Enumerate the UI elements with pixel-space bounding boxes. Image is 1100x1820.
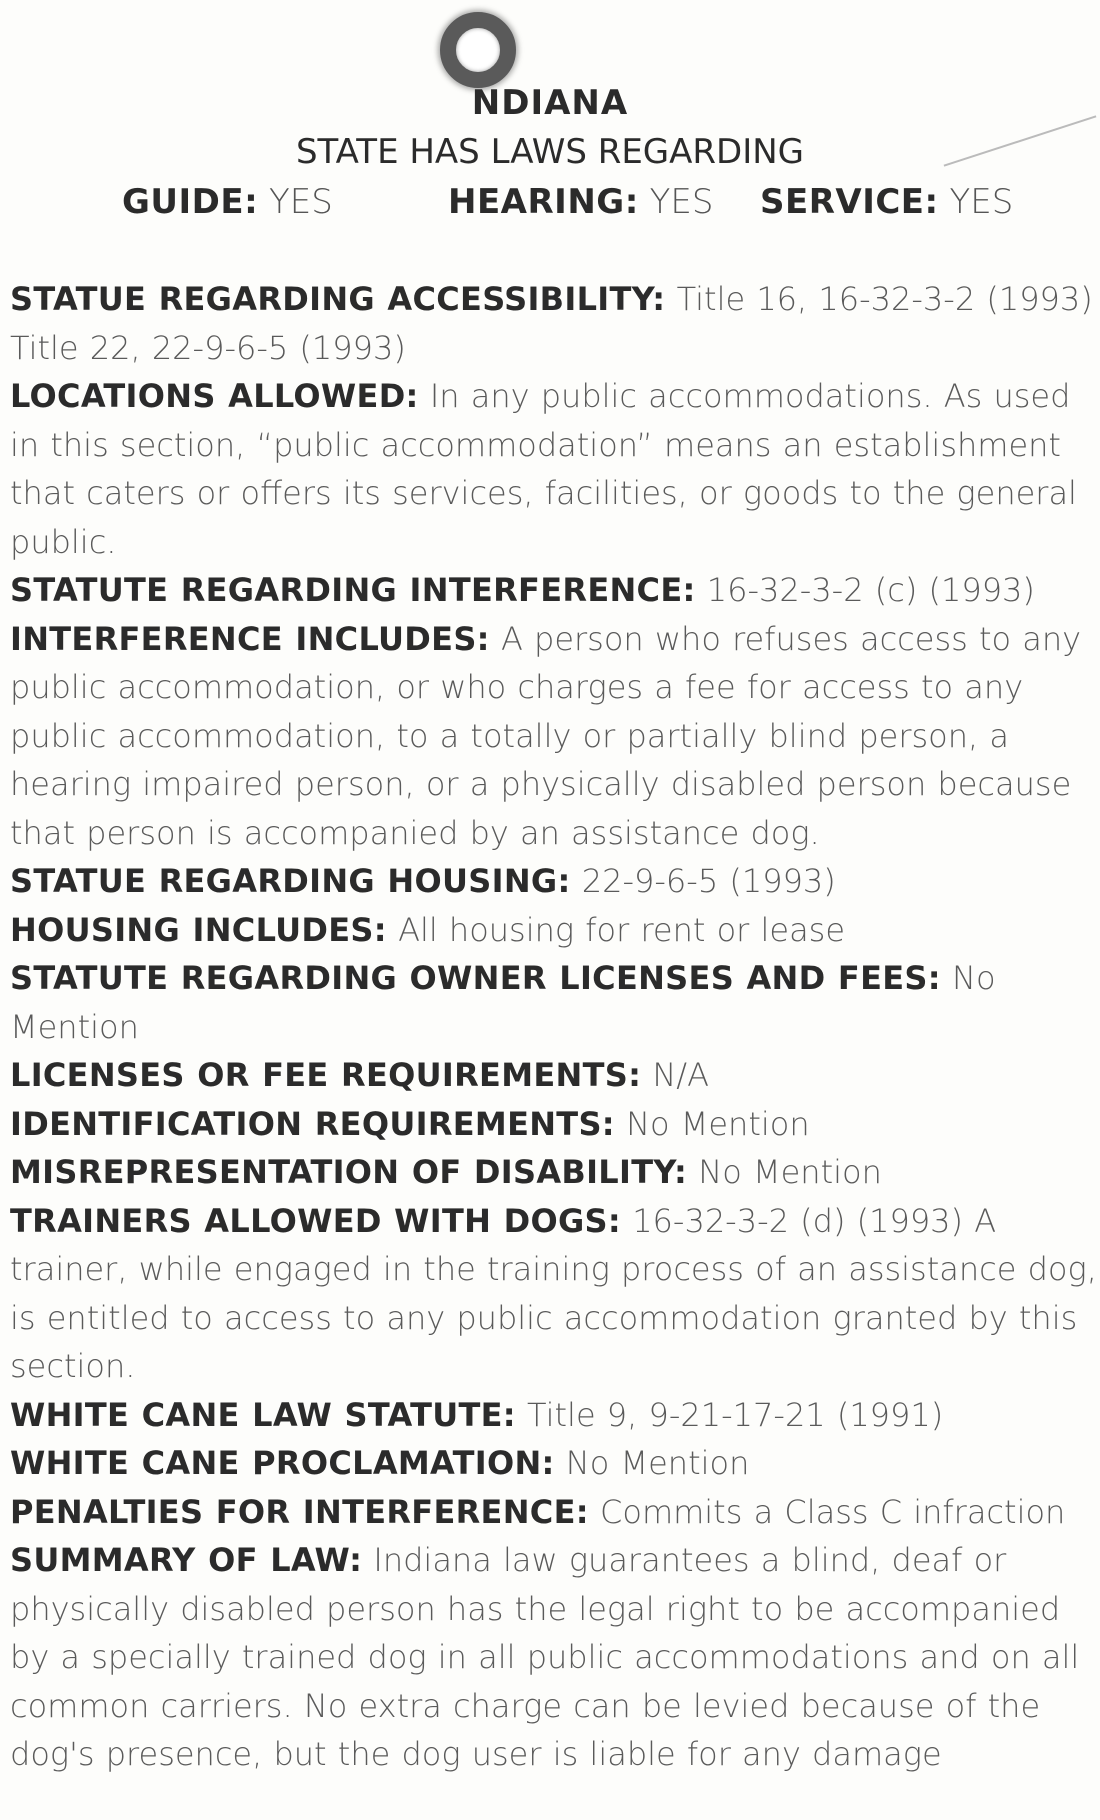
section-label: STATUTE REGARDING OWNER LICENSES AND FEE… [10,959,941,997]
service-value: YES [949,182,1014,222]
section-label: WHITE CANE PROCLAMATION: [10,1444,555,1482]
section-label: TRAINERS ALLOWED WITH DOGS: [10,1201,622,1240]
section-accessibility: STATUE REGARDING ACCESSIBILITY: Title 16… [10,275,1100,372]
section-penalties: PENALTIES FOR INTERFERENCE: Commits a Cl… [10,1488,1100,1537]
section-value: All housing for rent or lease [398,910,846,949]
section-label: IDENTIFICATION REQUIREMENTS: [10,1104,615,1143]
section-value: No Mention [626,1104,810,1143]
guide-value: YES [269,182,333,222]
hearing-support: HEARING: YES [448,182,713,222]
section-white-cane-statute: WHITE CANE LAW STATUTE: Title 9, 9-21-17… [10,1391,1100,1440]
section-interference-statute: STATUTE REGARDING INTERFERENCE: 16-32-3-… [10,566,1100,615]
section-identification: IDENTIFICATION REQUIREMENTS: No Mention [10,1100,1100,1149]
section-white-cane-proclamation: WHITE CANE PROCLAMATION: No Mention [10,1439,1100,1488]
statute-list: STATUE REGARDING ACCESSIBILITY: Title 16… [10,275,1100,1779]
section-owner-licenses: STATUTE REGARDING OWNER LICENSES AND FEE… [10,954,1100,1051]
state-has-laws-heading: STATE HAS LAWS REGARDING [295,132,805,172]
section-label: LOCATIONS ALLOWED: [10,377,419,415]
section-label: STATUTE REGARDING INTERFERENCE: [10,571,696,609]
section-locations: LOCATIONS ALLOWED: In any public accommo… [10,372,1100,566]
service-support: SERVICE: YES [760,182,1013,222]
section-label: SUMMARY OF LAW: [10,1541,363,1579]
section-label: INTERFERENCE INCLUDES: [10,619,490,658]
section-value: No Mention [565,1444,750,1482]
section-label: HOUSING INCLUDES: [10,910,387,949]
section-license-requirements: LICENSES OR FEE REQUIREMENTS: N/A [10,1051,1100,1100]
section-value: Title 9, 9-21-17-21 (1991) [527,1395,944,1434]
section-label: WHITE CANE LAW STATUTE: [10,1395,516,1434]
hearing-label: HEARING: [448,182,639,222]
section-value: 16-32-3-2 (c) (1993) [706,571,1035,609]
service-label: SERVICE: [760,182,939,222]
section-label: STATUE REGARDING HOUSING: [10,862,571,900]
state-name: NDIANA [471,83,629,123]
section-value: Commits a Class C infraction [600,1492,1066,1531]
section-housing-includes: HOUSING INCLUDES: All housing for rent o… [10,906,1100,955]
section-interference-includes: INTERFERENCE INCLUDES: A person who refu… [10,615,1100,858]
section-label: MISREPRESENTATION OF DISABILITY: [10,1153,688,1191]
section-label: LICENSES OR FEE REQUIREMENTS: [10,1056,642,1094]
section-label: STATUE REGARDING ACCESSIBILITY: [10,280,666,318]
section-value: N/A [652,1056,709,1094]
section-misrepresentation: MISREPRESENTATION OF DISABILITY: No Ment… [10,1148,1100,1197]
section-summary: SUMMARY OF LAW: Indiana law guarantees a… [10,1536,1100,1779]
section-trainers: TRAINERS ALLOWED WITH DOGS: 16-32-3-2 (d… [10,1197,1100,1391]
section-housing-statute: STATUE REGARDING HOUSING: 22-9-6-5 (1993… [10,857,1100,906]
section-value: 22-9-6-5 (1993) [581,862,836,900]
section-label: PENALTIES FOR INTERFERENCE: [10,1492,589,1531]
section-value: No Mention [698,1153,882,1191]
guide-support: GUIDE: YES [122,182,333,222]
document-header: NDIANA STATE HAS LAWS REGARDING [0,82,1100,176]
hearing-value: YES [649,182,714,222]
punch-hole [440,12,516,88]
guide-label: GUIDE: [122,182,259,222]
